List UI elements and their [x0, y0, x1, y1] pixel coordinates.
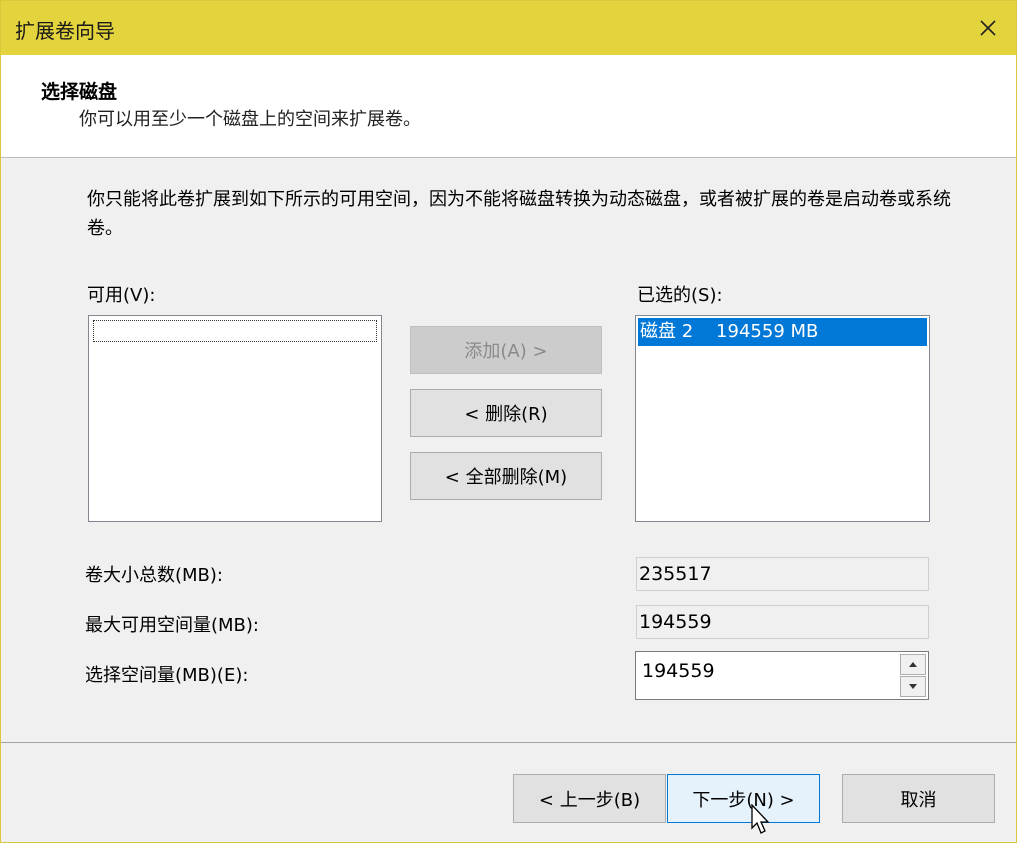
next-button[interactable]: 下一步(N) >	[667, 774, 820, 823]
close-icon	[980, 20, 996, 36]
select-space-label: 选择空间量(MB)(E):	[85, 665, 249, 686]
selected-listbox[interactable]: 磁盘 2 194559 MB	[635, 315, 930, 522]
available-focus-row	[93, 320, 377, 342]
available-listbox[interactable]	[88, 315, 382, 522]
window-title: 扩展卷向导	[15, 19, 115, 43]
cancel-button[interactable]: 取消	[842, 774, 995, 823]
total-size-value: 235517	[636, 557, 929, 591]
wizard-header: 选择磁盘 你可以用至少一个磁盘上的空间来扩展卷。	[1, 55, 1016, 158]
select-space-input[interactable]: 194559	[642, 652, 715, 698]
mouse-cursor-icon	[751, 804, 770, 834]
spin-down-button[interactable]	[900, 676, 926, 697]
add-button[interactable]: 添加(A) >	[410, 326, 602, 374]
list-item[interactable]: 磁盘 2 194559 MB	[638, 318, 927, 346]
total-size-label: 卷大小总数(MB):	[85, 565, 223, 586]
title-bar[interactable]: 扩展卷向导	[1, 1, 1016, 55]
selected-label: 已选的(S):	[637, 285, 723, 306]
back-button[interactable]: < 上一步(B)	[513, 774, 666, 823]
arrow-up-icon	[909, 662, 917, 667]
remove-button[interactable]: < 删除(R)	[410, 389, 602, 437]
extend-volume-wizard-window: 扩展卷向导 选择磁盘 你可以用至少一个磁盘上的空间来扩展卷。 你只能将此卷扩展到…	[0, 0, 1017, 843]
footer-divider	[1, 742, 1016, 743]
page-title: 选择磁盘	[41, 81, 118, 103]
remove-all-button[interactable]: < 全部删除(M)	[410, 452, 602, 500]
spin-up-button[interactable]	[900, 654, 926, 675]
close-button[interactable]	[960, 1, 1016, 55]
max-space-value: 194559	[636, 605, 929, 639]
arrow-down-icon	[909, 684, 917, 689]
max-space-label: 最大可用空间量(MB):	[85, 615, 259, 636]
select-space-stepper[interactable]: 194559	[635, 651, 929, 700]
description-text: 你只能将此卷扩展到如下所示的可用空间，因为不能将磁盘转换为动态磁盘，或者被扩展的…	[87, 189, 951, 239]
available-label: 可用(V):	[87, 285, 156, 306]
page-subtitle: 你可以用至少一个磁盘上的空间来扩展卷。	[79, 109, 421, 130]
